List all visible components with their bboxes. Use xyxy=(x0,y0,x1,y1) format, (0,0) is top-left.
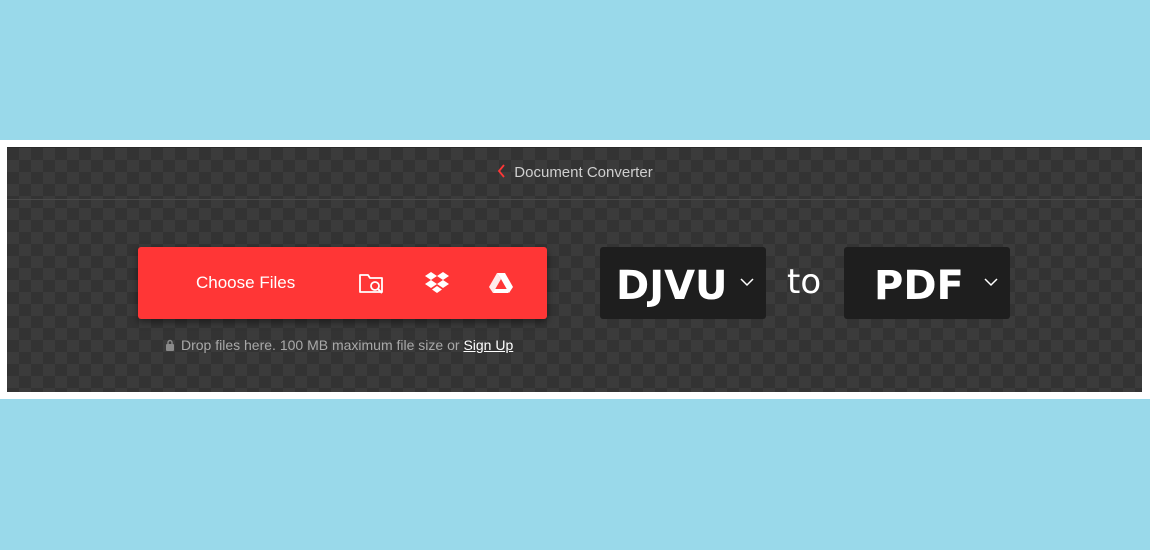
upload-note: Drop files here. 100 MB maximum file siz… xyxy=(165,337,513,353)
choose-files-label: Choose Files xyxy=(196,273,296,292)
target-format-label: PDF xyxy=(874,263,964,309)
source-format-dropdown[interactable]: DJVU xyxy=(600,247,766,319)
breadcrumb-document-converter[interactable]: Document Converter xyxy=(7,164,1142,181)
chevron-down-icon xyxy=(740,278,754,287)
to-label: to xyxy=(787,262,822,302)
target-format-dropdown[interactable]: PDF xyxy=(844,247,1010,319)
upload-note-text: Drop files here. 100 MB maximum file siz… xyxy=(181,337,460,353)
source-format-label: DJVU xyxy=(616,263,728,309)
lock-icon xyxy=(166,339,174,351)
chevron-down-icon xyxy=(984,278,998,287)
converter-panel: Document Converter Choose Files Drop fil… xyxy=(7,147,1142,392)
converter-frame: Document Converter Choose Files Drop fil… xyxy=(0,140,1150,399)
folder-search-icon[interactable] xyxy=(358,270,386,296)
dropbox-icon[interactable] xyxy=(423,270,451,296)
sign-up-link[interactable]: Sign Up xyxy=(463,337,513,353)
breadcrumb-label: Document Converter xyxy=(514,164,653,181)
choose-files-button[interactable]: Choose Files xyxy=(138,247,547,319)
top-bar: Document Converter xyxy=(7,148,1142,200)
google-drive-icon[interactable] xyxy=(487,270,515,296)
chevron-left-icon xyxy=(498,164,505,178)
